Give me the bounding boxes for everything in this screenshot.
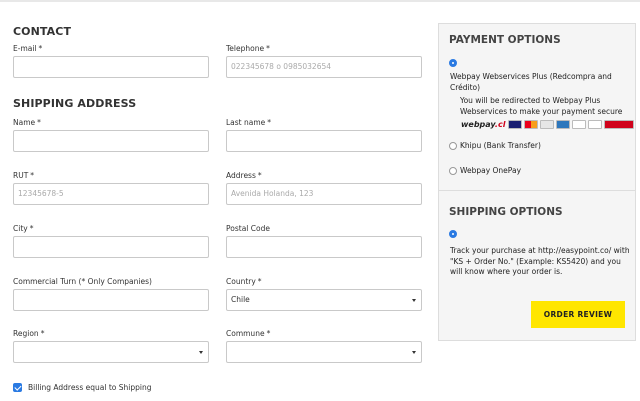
address-group: Address * Avenida Holanda, 123 xyxy=(226,171,422,205)
diners-icon xyxy=(572,120,587,129)
payment-option-webpay-radio[interactable] xyxy=(449,59,457,67)
rut-field[interactable]: 12345678-5 xyxy=(13,183,209,205)
email-label: E-mail * xyxy=(13,44,43,53)
telephone-group: Telephone * 022345678 o 0985032654 xyxy=(226,44,422,78)
address-label: Address * xyxy=(226,171,262,180)
side-panel: PAYMENT OPTIONS Webpay Webservices Plus … xyxy=(438,23,636,341)
commune-group: Commune * xyxy=(226,329,422,363)
payment-option-khipu-radio[interactable] xyxy=(449,142,457,150)
email-field[interactable] xyxy=(13,56,209,78)
chevron-down-icon xyxy=(412,351,416,354)
rut-group: RUT * 12345678-5 xyxy=(13,171,209,205)
commune-label: Commune * xyxy=(226,329,271,338)
panel-divider xyxy=(439,190,635,191)
city-group: City * xyxy=(13,224,209,258)
chevron-down-icon xyxy=(199,351,203,354)
name-label: Name * xyxy=(13,118,41,127)
webpay-redirect-note: You will be redirected to Webpay Plus We… xyxy=(460,96,623,116)
name-field[interactable] xyxy=(13,130,209,152)
commercial-turn-group: Commercial Turn (* Only Companies) xyxy=(13,277,209,311)
checkout-form: CONTACT E-mail * Telephone * 022345678 o 0… xyxy=(0,0,430,401)
visa-icon xyxy=(508,120,523,129)
rut-label: RUT * xyxy=(13,171,35,180)
country-group: Country * Chile xyxy=(226,277,422,311)
chevron-down-icon xyxy=(412,299,416,302)
contact-title: CONTACT xyxy=(13,25,72,38)
payment-option-webpay-label: Webpay Webservices Plus (Redcompra and C… xyxy=(450,72,612,92)
postal-code-group: Postal Code xyxy=(226,224,422,258)
last-name-group: Last name * xyxy=(226,118,422,152)
postal-code-label: Postal Code xyxy=(226,224,270,233)
billing-same-option: Billing Address equal to Shipping xyxy=(13,383,151,392)
order-review-button[interactable]: ORDER REVIEW xyxy=(531,301,625,328)
billing-same-checkbox[interactable] xyxy=(13,383,22,392)
country-select[interactable]: Chile xyxy=(226,289,422,311)
webpay-logo: webpay.cl xyxy=(461,120,506,129)
amex-icon xyxy=(556,120,571,129)
country-label: Country * xyxy=(226,277,262,286)
address-field[interactable]: Avenida Holanda, 123 xyxy=(226,183,422,205)
shipping-address-title: SHIPPING ADDRESS xyxy=(13,97,137,110)
mastercard-icon xyxy=(524,120,539,129)
country-value: Chile xyxy=(231,295,250,304)
telephone-field[interactable]: 022345678 o 0985032654 xyxy=(226,56,422,78)
payment-option-khipu-label: Khipu (Bank Transfer) xyxy=(460,141,541,150)
postal-code-field[interactable] xyxy=(226,236,422,258)
redcompra-logo-icon xyxy=(604,120,635,129)
telephone-label: Telephone * xyxy=(226,44,270,53)
commercial-turn-label: Commercial Turn (* Only Companies) xyxy=(13,277,152,286)
region-group: Region * xyxy=(13,329,209,363)
commercial-turn-field[interactable] xyxy=(13,289,209,311)
last-name-label: Last name * xyxy=(226,118,272,127)
last-name-field[interactable] xyxy=(226,130,422,152)
payment-option-onepay-radio[interactable] xyxy=(449,167,457,175)
billing-same-label: Billing Address equal to Shipping xyxy=(28,383,152,392)
payment-options-title: PAYMENT OPTIONS xyxy=(449,34,561,46)
redcompra-icon xyxy=(588,120,603,129)
city-label: City * xyxy=(13,224,34,233)
name-group: Name * xyxy=(13,118,209,152)
email-group: E-mail * xyxy=(13,44,209,78)
commune-select[interactable] xyxy=(226,341,422,363)
shipping-option-note: Track your purchase at http://easypoint.… xyxy=(450,246,630,276)
accepted-cards: webpay.cl xyxy=(461,120,636,129)
payment-option-onepay-label: Webpay OnePay xyxy=(460,166,522,175)
shipping-options-title: SHIPPING OPTIONS xyxy=(449,206,563,218)
magna-icon xyxy=(540,120,555,129)
region-label: Region * xyxy=(13,329,45,338)
city-field[interactable] xyxy=(13,236,209,258)
region-select[interactable] xyxy=(13,341,209,363)
shipping-option-radio[interactable] xyxy=(449,230,457,238)
